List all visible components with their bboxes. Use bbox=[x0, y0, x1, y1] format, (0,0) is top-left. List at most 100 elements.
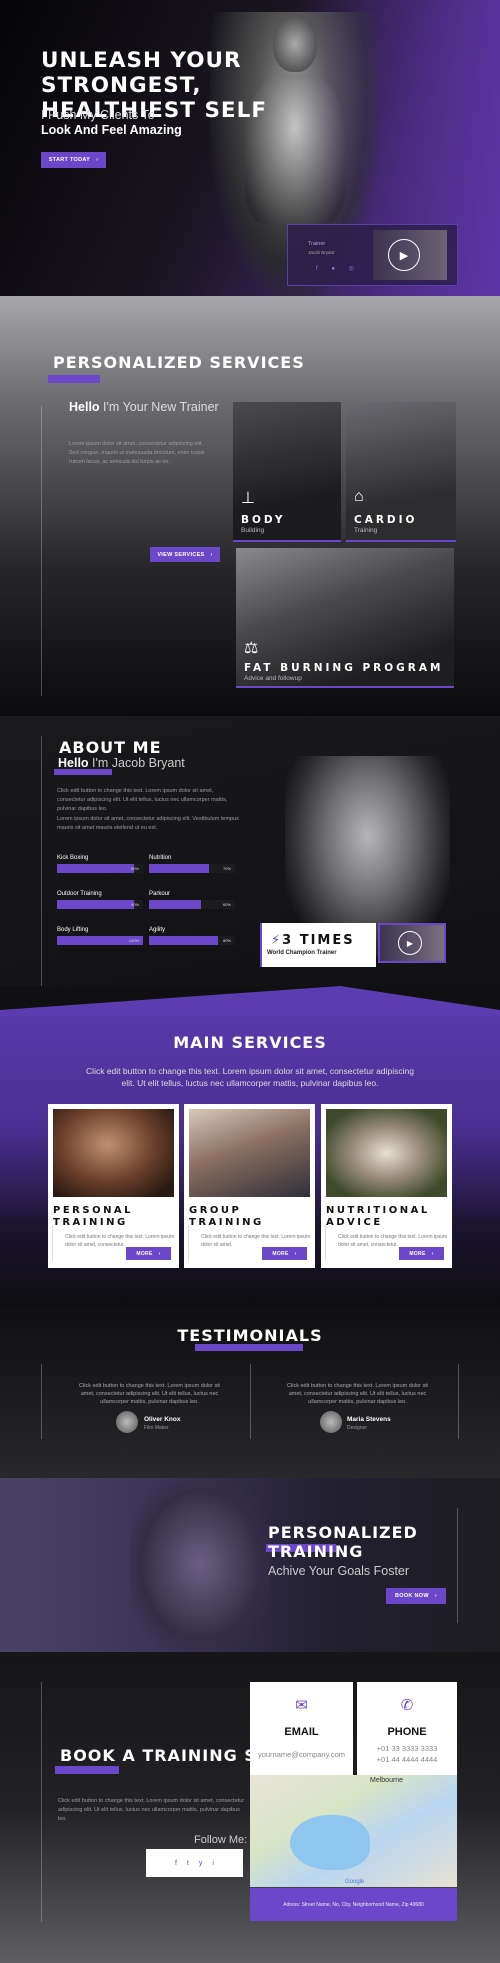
divider-line bbox=[457, 1508, 458, 1623]
skill-bar: Agility 80% bbox=[149, 927, 235, 945]
about-heading: ABOUT ME bbox=[59, 738, 162, 757]
tile-cardio-training[interactable]: ⌂ CARDIO Training bbox=[346, 402, 456, 542]
skill-track: 90% bbox=[57, 864, 143, 873]
chevron-right-icon: › bbox=[434, 1593, 437, 1599]
testimonial-name: Oliver Knox bbox=[144, 1416, 181, 1423]
social-icons[interactable]: f ● ◎ bbox=[316, 265, 360, 272]
video-card-sublabel: Jacob Bryant bbox=[308, 250, 335, 255]
service-image bbox=[53, 1109, 174, 1197]
skill-bar: Kick Boxing 90% bbox=[57, 855, 143, 873]
divider-line bbox=[41, 736, 42, 996]
hero-video-card: Trainer Jacob Bryant f ● ◎ ▶ bbox=[287, 224, 458, 286]
email-box: ✉ EMAIL yourname@company.com bbox=[250, 1682, 353, 1775]
tile-body-building[interactable]: ⊥ BODY Building bbox=[233, 402, 341, 542]
more-button[interactable]: MORE › bbox=[262, 1247, 307, 1260]
skill-track: 60% bbox=[149, 900, 235, 909]
testimonials-section: TESTIMONIALS Click edit button to change… bbox=[0, 1306, 500, 1478]
more-button[interactable]: MORE › bbox=[399, 1247, 444, 1260]
location-map[interactable]: Melbourne Google bbox=[250, 1775, 457, 1887]
skill-label: Agility bbox=[149, 927, 166, 933]
skill-bar: Body Lifting 100% bbox=[57, 927, 143, 945]
phone-box: ✆ PHONE +01 33 3333 3333 +01 44 4444 444… bbox=[357, 1682, 457, 1775]
more-button[interactable]: MORE › bbox=[126, 1247, 171, 1260]
testimonial-role: Designer bbox=[347, 1425, 368, 1431]
service-card-group: GROUP TRAINING Click edit button to chan… bbox=[184, 1104, 315, 1268]
skill-percent: 60% bbox=[222, 902, 231, 907]
about-paragraph-2: Lorem ipsum dolor sit amet, consectetur … bbox=[57, 816, 239, 831]
start-today-button[interactable]: START TODAY › bbox=[41, 152, 106, 168]
page: UNLEASH YOUR STRONGEST, HEALTHIEST SELF … bbox=[0, 0, 500, 1963]
hero-subtitle-1: I Push My Clients To bbox=[41, 108, 155, 122]
skill-fill bbox=[57, 864, 135, 873]
hero-subtitle-2: Look And Feel Amazing bbox=[41, 123, 182, 137]
training-background-image bbox=[130, 1478, 270, 1652]
envelope-icon: ✉ bbox=[295, 1697, 308, 1714]
email-value[interactable]: yourname@company.com bbox=[250, 1750, 353, 1760]
skill-label: Parkour bbox=[149, 891, 171, 897]
instagram-icon[interactable]: i bbox=[212, 1860, 214, 1867]
youtube-icon[interactable]: y bbox=[199, 1860, 203, 1867]
skill-bar: Nutrition 70% bbox=[149, 855, 235, 873]
video-card-label: Trainer bbox=[308, 241, 326, 247]
chevron-right-icon: › bbox=[294, 1250, 297, 1257]
skill-track: 90% bbox=[57, 900, 143, 909]
skill-fill bbox=[149, 900, 201, 909]
skill-bar: Parkour 60% bbox=[149, 891, 235, 909]
hero-section: UNLEASH YOUR STRONGEST, HEALTHIEST SELF … bbox=[0, 0, 500, 296]
skill-percent: 90% bbox=[130, 866, 139, 871]
chevron-right-icon: › bbox=[210, 551, 213, 558]
play-icon[interactable]: ▶ bbox=[398, 931, 422, 955]
skill-label: Outdoor Training bbox=[57, 891, 102, 897]
service-card-nutrition: NUTRITIONAL ADVICE Click edit button to … bbox=[321, 1104, 452, 1268]
phone-value-1[interactable]: +01 33 3333 3333 bbox=[357, 1744, 457, 1754]
services-paragraph: Lorem ipsum dolor sit amet, consectetur … bbox=[69, 441, 205, 465]
about-section: ABOUT ME Hello I'm Jacob Bryant Click ed… bbox=[0, 716, 500, 1010]
map-google-logo: Google bbox=[345, 1879, 365, 1885]
address-bar: Adress: Street Name, No, City, Neighborh… bbox=[250, 1888, 457, 1921]
skill-percent: 90% bbox=[130, 902, 139, 907]
treadmill-icon: ⌂ bbox=[354, 488, 364, 505]
view-services-button[interactable]: VIEW SERVICES › bbox=[150, 547, 220, 562]
divider-line bbox=[41, 1682, 42, 1922]
service-image bbox=[189, 1109, 310, 1197]
map-city-label: Melbourne bbox=[370, 1777, 404, 1784]
section-peak-divider bbox=[0, 986, 500, 1016]
play-icon[interactable]: ▶ bbox=[388, 239, 420, 271]
skill-fill bbox=[57, 900, 135, 909]
skill-percent: 100% bbox=[128, 938, 139, 943]
main-services-heading: MAIN SERVICES bbox=[173, 1033, 327, 1052]
skill-label: Nutrition bbox=[149, 855, 172, 861]
about-paragraph-1: Click edit button to change this text. L… bbox=[57, 788, 228, 812]
skill-fill bbox=[149, 864, 210, 873]
hero-video-thumbnail[interactable]: ▶ bbox=[373, 230, 447, 280]
service-image bbox=[326, 1109, 447, 1197]
main-services-intro: Click edit button to change this text. L… bbox=[86, 1066, 414, 1088]
book-now-button[interactable]: BOOK NOW › bbox=[386, 1588, 446, 1604]
services-heading: PERSONALIZED SERVICES bbox=[53, 353, 305, 372]
chevron-right-icon: › bbox=[431, 1250, 434, 1257]
scale-icon: ⚖ bbox=[244, 640, 259, 657]
phone-icon: ✆ bbox=[400, 1697, 414, 1714]
about-video-thumbnail[interactable]: ▶ bbox=[378, 923, 446, 963]
phone-value-2[interactable]: +01 44 4444 4444 bbox=[357, 1755, 457, 1765]
skill-fill bbox=[149, 936, 218, 945]
twitter-icon[interactable]: t bbox=[187, 1860, 189, 1867]
skill-track: 80% bbox=[149, 936, 235, 945]
lightning-icon: ⚡ bbox=[271, 933, 283, 948]
services-hello: Hello I'm Your New Trainer bbox=[69, 400, 219, 414]
tile-fat-burning[interactable]: ⚖ FAT BURNING PROGRAM Advice and followu… bbox=[236, 548, 454, 688]
book-session-section: BOOK A TRAINING SESSION Click edit butto… bbox=[0, 1652, 500, 1963]
divider-line bbox=[41, 406, 42, 696]
training-subtitle: Achive Your Goals Foster bbox=[268, 1564, 410, 1578]
personalized-training-section: PERSONALIZED TRAINING Achive Your Goals … bbox=[0, 1478, 500, 1652]
training-heading: PERSONALIZED TRAINING bbox=[268, 1523, 418, 1561]
skill-label: Body Lifting bbox=[57, 927, 89, 933]
chevron-right-icon: › bbox=[96, 157, 99, 163]
skill-label: Kick Boxing bbox=[57, 855, 89, 861]
chevron-right-icon: › bbox=[158, 1250, 161, 1257]
avatar bbox=[320, 1411, 342, 1433]
facebook-icon[interactable]: f bbox=[175, 1860, 177, 1867]
avatar bbox=[116, 1411, 138, 1433]
skill-percent: 70% bbox=[222, 866, 231, 871]
testimonial-quote: Click edit button to change this text. L… bbox=[287, 1383, 428, 1405]
